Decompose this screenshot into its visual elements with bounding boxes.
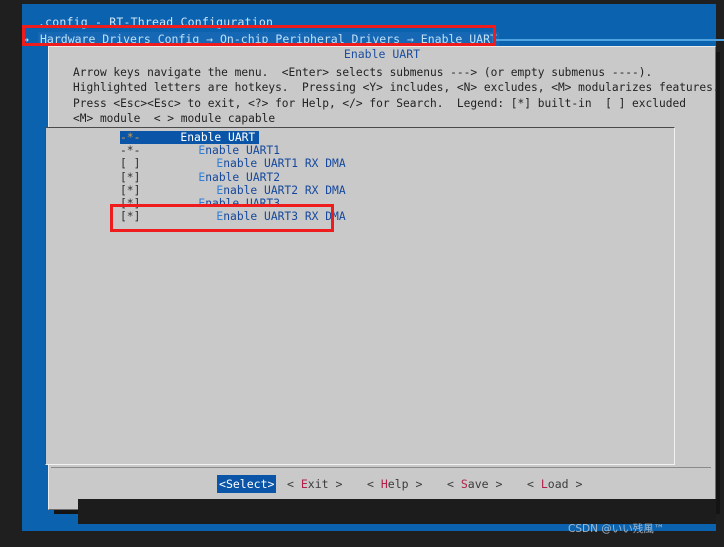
screen: .config - RT-Thread Configuration → Hard… xyxy=(0,0,724,547)
button-bar-separator xyxy=(51,467,711,468)
help-line: <M> module < > module capable xyxy=(73,112,276,126)
menu-item-checkbox[interactable]: [ ] xyxy=(120,157,140,170)
breadcrumb-rule xyxy=(495,39,724,41)
button-suffix: elect> xyxy=(232,477,275,491)
help-line: Arrow keys navigate the menu. <Enter> se… xyxy=(73,66,653,79)
breadcrumb-highlight-annotation xyxy=(22,25,496,46)
menu-item-label: nable UART1 xyxy=(205,144,281,158)
button-prefix: < xyxy=(527,477,541,491)
terminal-left-blue-strip xyxy=(22,4,30,531)
button-help[interactable]: < Help > xyxy=(367,475,422,493)
help-text: Arrow keys navigate the menu. <Enter> se… xyxy=(73,65,720,127)
button-hotkey: L xyxy=(540,477,548,491)
watermark: CSDN @いい残風™ xyxy=(568,523,665,535)
button-hotkey: S xyxy=(460,477,468,491)
menu-item[interactable]: -*- Enable UART xyxy=(120,131,260,144)
uart3-highlight-annotation xyxy=(110,204,334,232)
menu-item-label: nable UART2 xyxy=(205,170,281,184)
button-hotkey: H xyxy=(380,477,388,491)
button-suffix: elp > xyxy=(387,477,423,491)
menu-item-checkbox[interactable]: [*] xyxy=(120,184,140,197)
menu-item-checkbox[interactable]: -*- xyxy=(120,144,140,157)
menu-item-checkbox[interactable]: -*- xyxy=(120,131,140,144)
help-line: Press <Esc><Esc> to exit, <?> for Help, … xyxy=(73,96,686,110)
button-prefix: < xyxy=(447,477,461,491)
menu-item-label: nable UART xyxy=(187,131,256,144)
menu-item[interactable]: [*] Enable UART2 RX DMA xyxy=(120,184,350,197)
button-exit[interactable]: < Exit > xyxy=(287,475,342,493)
menu-item[interactable]: -*- Enable UART1 xyxy=(120,144,284,157)
button-prefix: < xyxy=(367,477,381,491)
button-suffix: oad > xyxy=(547,477,583,491)
menu-item[interactable]: [ ] Enable UART1 RX DMA xyxy=(120,157,350,170)
button-hotkey: E xyxy=(300,477,308,491)
button-load[interactable]: < Load > xyxy=(527,475,582,493)
button-bar: <Select> < Exit > < Help > < Save > < Load > xyxy=(49,475,715,497)
button-prefix: < xyxy=(219,477,226,491)
button-suffix: ave > xyxy=(467,477,503,491)
button-suffix: xit > xyxy=(307,477,343,491)
menu-item-label: nable UART2 RX DMA xyxy=(223,183,346,197)
menu-list-frame: -*- Enable UART -*- Enable UART1[ ] Enable U… xyxy=(45,127,675,465)
menu-item[interactable]: [*] Enable UART2 xyxy=(120,171,284,184)
config-dialog: Enable UART Arrow keys navigate the menu… xyxy=(45,46,720,510)
dialog-title: Enable UART xyxy=(343,47,421,61)
button-save[interactable]: < Save > xyxy=(447,475,502,493)
menu-item-label: nable UART1 RX DMA xyxy=(223,157,346,171)
menu-item-checkbox[interactable]: [*] xyxy=(120,171,140,184)
button-hotkey: S xyxy=(225,477,233,491)
button-select[interactable]: <Select> xyxy=(217,475,277,493)
help-line: Highlighted letters are hotkeys. Pressin… xyxy=(73,81,720,95)
terminal-window: .config - RT-Thread Configuration → Hard… xyxy=(8,4,724,531)
button-prefix: < xyxy=(287,477,301,491)
